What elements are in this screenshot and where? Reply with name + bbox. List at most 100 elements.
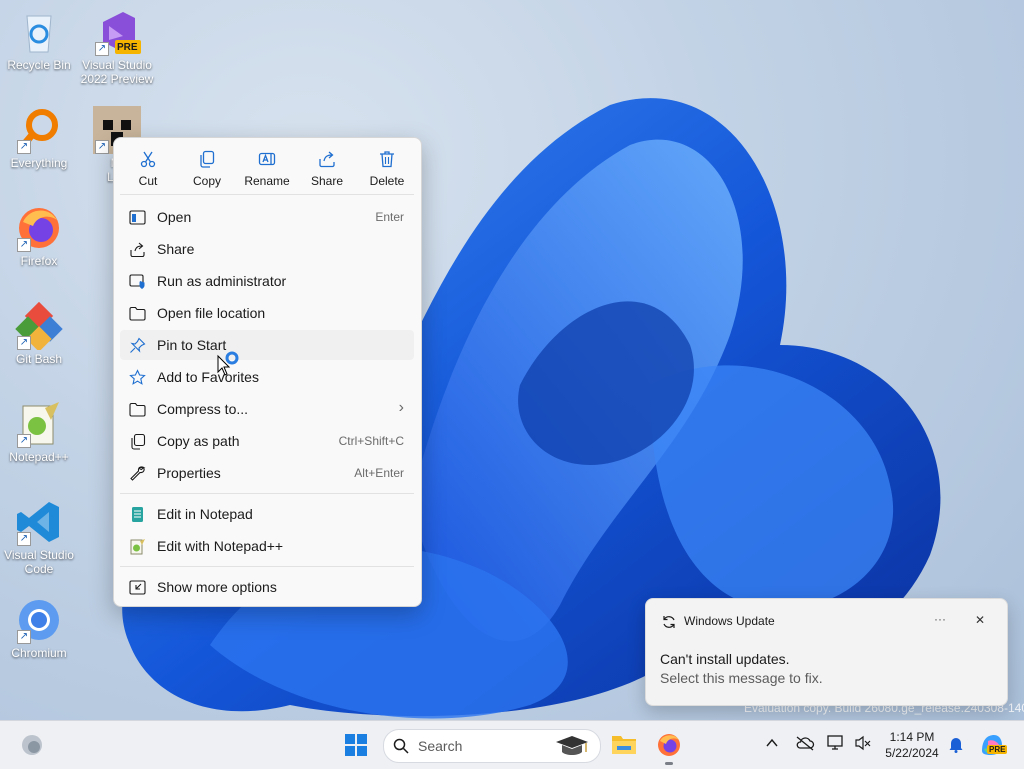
menu-item-run-as-administrator[interactable]: Run as administrator — [120, 266, 414, 296]
git-bash-icon: ↗ — [15, 301, 63, 352]
copy-button[interactable]: Copy — [177, 146, 237, 188]
menu-item-add-to-favorites[interactable]: Add to Favorites — [120, 362, 414, 392]
taskbar: Search 1:14 PM 5/22/2024 PRE — [0, 720, 1024, 769]
taskbar-firefox[interactable] — [656, 732, 682, 765]
firefox-icon — [658, 734, 680, 756]
shortcut-arrow-icon: ↗ — [17, 336, 31, 350]
clock-button[interactable]: 1:14 PM 5/22/2024 — [878, 729, 946, 761]
notepad-plus-plus-icon — [130, 539, 145, 555]
recycle-bin-icon — [15, 8, 63, 56]
windows-update-notification[interactable]: Windows Update ··· ✕ Can't install updat… — [645, 598, 1008, 706]
desktop-icon-git-bash[interactable]: ↗ Git Bash — [1, 301, 77, 366]
shortcut-arrow-icon: ↗ — [95, 42, 109, 56]
everything-icon: ↗ — [15, 106, 63, 154]
menu-separator — [120, 194, 414, 195]
desktop-icon-label: Everything — [10, 156, 68, 170]
rename-icon — [258, 152, 276, 166]
copy-label: Copy — [192, 174, 221, 188]
shortcut-arrow-icon: ↗ — [17, 532, 31, 546]
start-button[interactable] — [344, 733, 368, 762]
speaker-muted-icon — [855, 735, 871, 751]
menu-item-label: Edit in Notepad — [157, 506, 253, 522]
taskbar-search-box[interactable]: Search — [383, 729, 601, 763]
desktop-icon-firefox[interactable]: ↗ Firefox — [1, 204, 77, 268]
mouse-cursor-busy-icon — [217, 351, 239, 376]
network-icon — [827, 735, 843, 750]
show-hidden-icons-button[interactable] — [765, 736, 779, 753]
desktop-icon-everything[interactable]: ↗ Everything — [1, 106, 77, 170]
clock-date: 5/22/2024 — [885, 746, 939, 760]
menu-item-label: Show more options — [157, 579, 277, 595]
share-icon — [130, 242, 145, 258]
uac-shield-icon — [129, 274, 145, 289]
menu-item-pin-to-start[interactable]: Pin to Start — [120, 330, 414, 360]
share-icon — [319, 151, 335, 168]
search-icon — [393, 738, 409, 754]
more-options-icon — [129, 580, 146, 595]
menu-item-label: Copy as path — [157, 433, 240, 449]
desktop-icon-label: Visual Studio Code — [4, 548, 74, 576]
desktop-icon-label: Notepad++ — [9, 450, 69, 464]
menu-item-share[interactable]: Share — [120, 234, 414, 264]
menu-item-label: Open file location — [157, 305, 266, 321]
menu-item-open-file-location[interactable]: Open file location — [120, 298, 414, 328]
taskbar-file-explorer[interactable] — [611, 732, 637, 761]
rename-label: Rename — [244, 174, 290, 188]
pre-badge: PRE — [987, 745, 1008, 754]
menu-item-show-more-options[interactable]: Show more options — [120, 572, 414, 602]
shortcut-arrow-icon: ↗ — [95, 140, 109, 154]
menu-item-label: Run as administrator — [157, 273, 287, 289]
clock-time: 1:14 PM — [889, 730, 935, 744]
zip-folder-icon — [129, 402, 146, 417]
desktop-icon-label: Git Bash — [15, 352, 63, 366]
menu-item-label: Open — [157, 209, 192, 225]
menu-item-copy-as-path[interactable]: Copy as path Ctrl+Shift+C — [120, 426, 414, 456]
copilot-button[interactable]: PRE — [978, 731, 1008, 764]
menu-item-edit-with-notepad-plus-plus[interactable]: Edit with Notepad++ — [120, 531, 414, 561]
network-tray-button[interactable] — [827, 735, 845, 756]
share-quick-button[interactable]: Share — [297, 146, 357, 188]
menu-item-label: Compress to... — [157, 401, 249, 417]
copy-path-icon — [131, 433, 146, 450]
widgets-button[interactable] — [20, 733, 44, 762]
firefox-icon: ↗ — [15, 204, 63, 252]
desktop-icon-visual-studio-2022-preview[interactable]: PRE ↗ Visual Studio 2022 Preview — [79, 8, 155, 86]
more-options-icon[interactable]: ··· — [934, 612, 946, 626]
visual-studio-preview-icon: PRE ↗ — [93, 8, 141, 56]
menu-separator — [120, 493, 414, 494]
delete-button[interactable]: Delete — [357, 146, 417, 188]
cloud-offline-icon — [796, 736, 815, 751]
shortcut-arrow-icon: ↗ — [17, 434, 31, 448]
close-icon[interactable]: ✕ — [975, 613, 985, 627]
desktop-icon-chromium[interactable]: ↗ Chromium — [1, 596, 77, 660]
share-quick-label: Share — [310, 174, 344, 188]
folder-icon — [129, 306, 146, 321]
desktop-icon-recycle-bin[interactable]: Recycle Bin — [1, 8, 77, 72]
notepad-plus-plus-icon: ↗ — [15, 400, 63, 448]
menu-item-properties[interactable]: Properties Alt+Enter — [120, 458, 414, 488]
menu-item-shortcut: Ctrl+Shift+C — [338, 434, 404, 448]
onedrive-tray-button[interactable] — [795, 735, 815, 756]
rename-button[interactable]: Rename — [237, 146, 297, 188]
delete-label: Delete — [369, 174, 405, 188]
menu-item-open[interactable]: Open Enter — [120, 202, 414, 232]
trash-icon — [380, 151, 394, 168]
chromium-icon: ↗ — [15, 596, 63, 644]
running-indicator — [665, 762, 673, 765]
notification-body: Select this message to fix. — [660, 670, 823, 686]
notification-app-name: Windows Update — [684, 614, 775, 628]
volume-tray-button[interactable] — [854, 735, 872, 756]
shortcut-arrow-icon: ↗ — [17, 140, 31, 154]
file-explorer-icon — [612, 736, 636, 754]
notifications-button[interactable] — [948, 735, 964, 758]
copy-icon — [200, 150, 215, 168]
desktop-icon-vscode[interactable]: ↗ Visual Studio Code — [1, 498, 77, 576]
cut-button[interactable]: Cut — [118, 146, 178, 188]
menu-item-compress-to[interactable]: Compress to... › — [120, 394, 414, 424]
desktop-icon-label: Recycle Bin — [7, 58, 71, 72]
shortcut-arrow-icon: ↗ — [17, 238, 31, 252]
graduation-cap-icon — [556, 736, 588, 755]
menu-item-edit-in-notepad[interactable]: Edit in Notepad — [120, 499, 414, 529]
desktop-icon-notepad-plus-plus[interactable]: ↗ Notepad++ — [1, 400, 77, 464]
cut-label: Cut — [138, 174, 158, 188]
